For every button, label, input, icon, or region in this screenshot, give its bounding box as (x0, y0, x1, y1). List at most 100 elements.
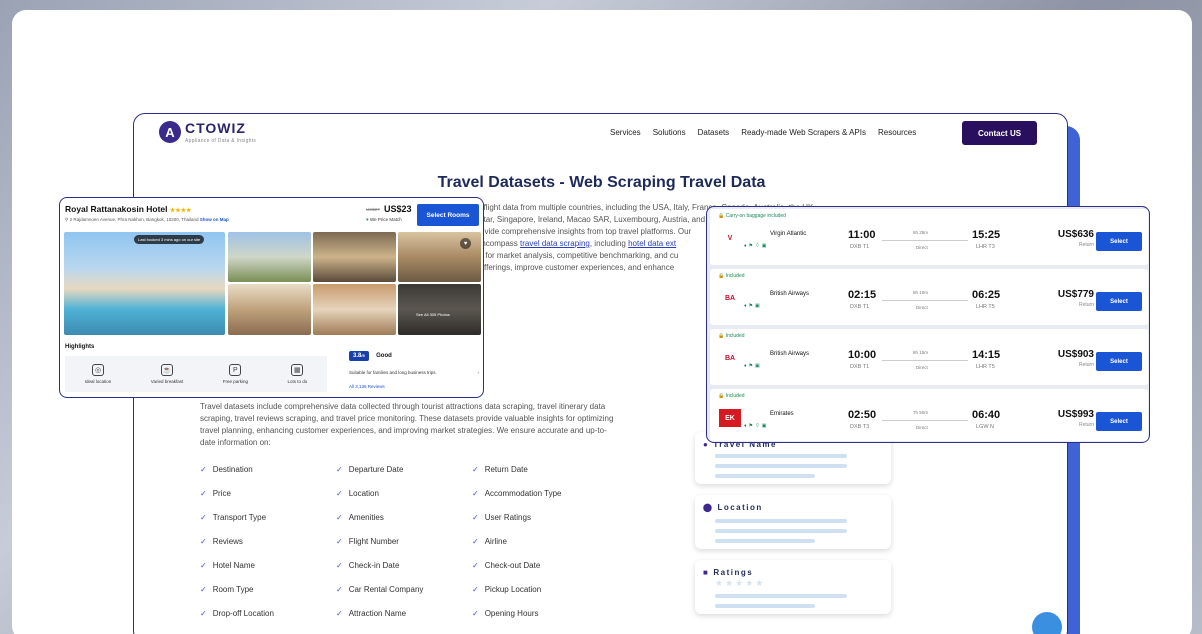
hotel-card: Royal Rattanakosin Hotel ★★★★ ⚲ 2 Rajdam… (59, 197, 484, 398)
flight-stops: Direct (916, 425, 928, 430)
logo[interactable]: A CTOWIZ Appliance of Data & Insights (159, 120, 256, 144)
field-item: ✓ Flight Number (336, 536, 472, 546)
field-item: ✓ Accommodation Type (472, 488, 608, 498)
airline-name: British Airways (770, 291, 810, 297)
baggage-badge-text: Carry-on baggage included (725, 213, 786, 219)
rating-stars: ★★★★★ (715, 578, 766, 588)
field-item: ✓ Price (200, 488, 336, 498)
highlight-item: P Free parking (223, 364, 248, 384)
see-all-photos-label[interactable]: See All 305 Photos (416, 312, 450, 317)
nav-link-resources[interactable]: Resources (878, 128, 916, 137)
field-label: User Ratings (484, 512, 531, 522)
nav-link-datasets[interactable]: Datasets (698, 128, 730, 137)
widget-title-text: Location (717, 503, 763, 512)
baggage-badge-text: Included (725, 393, 745, 399)
nav-link-services[interactable]: Services (610, 128, 641, 137)
baggage-badge: 🔒 Included (718, 273, 745, 279)
emirates-logo-icon: EK (719, 409, 741, 427)
chevron-right-icon[interactable]: › (478, 370, 480, 375)
amenity-icons: ♦⚑⌔▣ (744, 423, 769, 429)
location-widget: ⬤ Location (695, 495, 891, 549)
field-item: ✓ Airline (472, 536, 608, 546)
show-on-map-link[interactable]: Show on Map (200, 217, 229, 222)
intro-text: , provide comprehensive insights from to… (468, 227, 692, 236)
route-line (882, 300, 968, 301)
logo-tagline: Appliance of Data & Insights (185, 138, 257, 144)
flight-stops: Direct (916, 365, 928, 370)
arrival-time: 06:40 (972, 409, 1001, 421)
check-icon: ✓ (200, 560, 207, 570)
select-flight-button[interactable]: Select (1096, 292, 1142, 311)
select-flight-button[interactable]: Select (1096, 412, 1142, 431)
british-airways-logo-icon: BA (724, 354, 736, 362)
hotel-price: US$23 (384, 204, 412, 214)
field-item: ✓ Transport Type (200, 512, 336, 522)
placeholder-bar (715, 464, 847, 468)
arrival-time: 06:25 (972, 289, 1001, 301)
widget-title-text: Ratings (713, 568, 754, 577)
placeholder-bar (715, 604, 815, 608)
placeholder-bar (715, 539, 815, 543)
travel-data-scraping-link[interactable]: travel data scraping (520, 239, 590, 248)
all-reviews-link[interactable]: All 3,136 Reviews (349, 384, 479, 389)
departure-time: 10:00 (848, 349, 877, 361)
flight-duration: 6h 25m (913, 230, 929, 235)
departure-airport: DXB T1 (850, 304, 870, 310)
arrival-time: 15:25 (972, 229, 1001, 241)
amenity-icons: ♦⚑▣ (744, 363, 762, 369)
check-icon: ✓ (472, 560, 479, 570)
rating-word: Good (376, 353, 392, 359)
rating-line: 3.8/5 Good (349, 344, 479, 362)
hotel-data-link[interactable]: hotel data ext (628, 239, 676, 248)
nav-link-scrapers[interactable]: Ready-made Web Scrapers & APIs (741, 128, 866, 137)
logo-mark-icon: A (159, 121, 181, 143)
review-summary: 3.8/5 Good Suitable for families and lon… (349, 344, 479, 394)
see-all-photos-tile[interactable] (398, 284, 481, 335)
nav-link-solutions[interactable]: Solutions (653, 128, 686, 137)
check-icon: ✓ (200, 464, 207, 474)
select-flight-button[interactable]: Select (1096, 232, 1142, 251)
favorite-heart-icon[interactable]: ♥ (460, 238, 471, 249)
check-icon: ✓ (472, 536, 479, 546)
field-item: ✓ Opening Hours (472, 608, 608, 618)
price-match-text: We Price Match (369, 217, 402, 222)
arrival-airport: LHR T5 (976, 364, 995, 370)
hotel-photo[interactable] (228, 284, 311, 335)
check-icon: ✓ (200, 536, 207, 546)
baggage-badge: 🔒 Included (718, 333, 745, 339)
hotel-photo[interactable] (313, 232, 396, 282)
flight-duration: 7h 50m (913, 410, 929, 415)
check-icon: ✓ (336, 560, 343, 570)
route-line (882, 360, 968, 361)
field-label: Car Rental Company (348, 584, 424, 594)
flight-duration: 8h 10m (913, 290, 929, 295)
field-label: Drop-off Location (212, 608, 274, 618)
chat-bubble-icon[interactable] (1032, 612, 1062, 634)
field-label: Price (212, 488, 231, 498)
hotel-name: Royal Rattanakosin Hotel (65, 204, 168, 214)
flight-row: 🔒 Carry-on baggage included V Virgin Atl… (710, 209, 1148, 265)
field-label: Return Date (484, 464, 528, 474)
field-label: Pickup Location (484, 584, 542, 594)
trip-type: Return (1078, 362, 1094, 368)
field-item: ✓ Amenities (336, 512, 472, 522)
baggage-badge-text: Included (725, 273, 745, 279)
hotel-photo[interactable] (313, 284, 396, 335)
hotel-photo[interactable] (228, 232, 311, 282)
field-item: ✓ Reviews (200, 536, 336, 546)
select-flight-button[interactable]: Select (1096, 352, 1142, 371)
flight-stops: Direct (916, 245, 928, 250)
price-match: ♥ We Price Match (366, 217, 402, 222)
select-rooms-button[interactable]: Select Rooms (417, 204, 479, 226)
activities-icon: ▦ (291, 364, 304, 376)
field-item: ✓ Hotel Name (200, 560, 336, 570)
location-pin-icon: ◎ (92, 364, 105, 376)
hotel-title: Royal Rattanakosin Hotel ★★★★ (65, 204, 191, 214)
rating-score: 3.8/5 (349, 351, 369, 361)
hotel-photo-main[interactable] (64, 232, 225, 335)
amenity-icons: ♦⚑⌔▣ (744, 243, 769, 249)
data-fields-list: ✓ Destination ✓ Departure Date ✓ Return Dat… (200, 464, 620, 618)
field-item: ✓ Drop-off Location (200, 608, 336, 618)
field-label: Room Type (212, 584, 254, 594)
contact-us-button[interactable]: Contact US (962, 121, 1037, 145)
